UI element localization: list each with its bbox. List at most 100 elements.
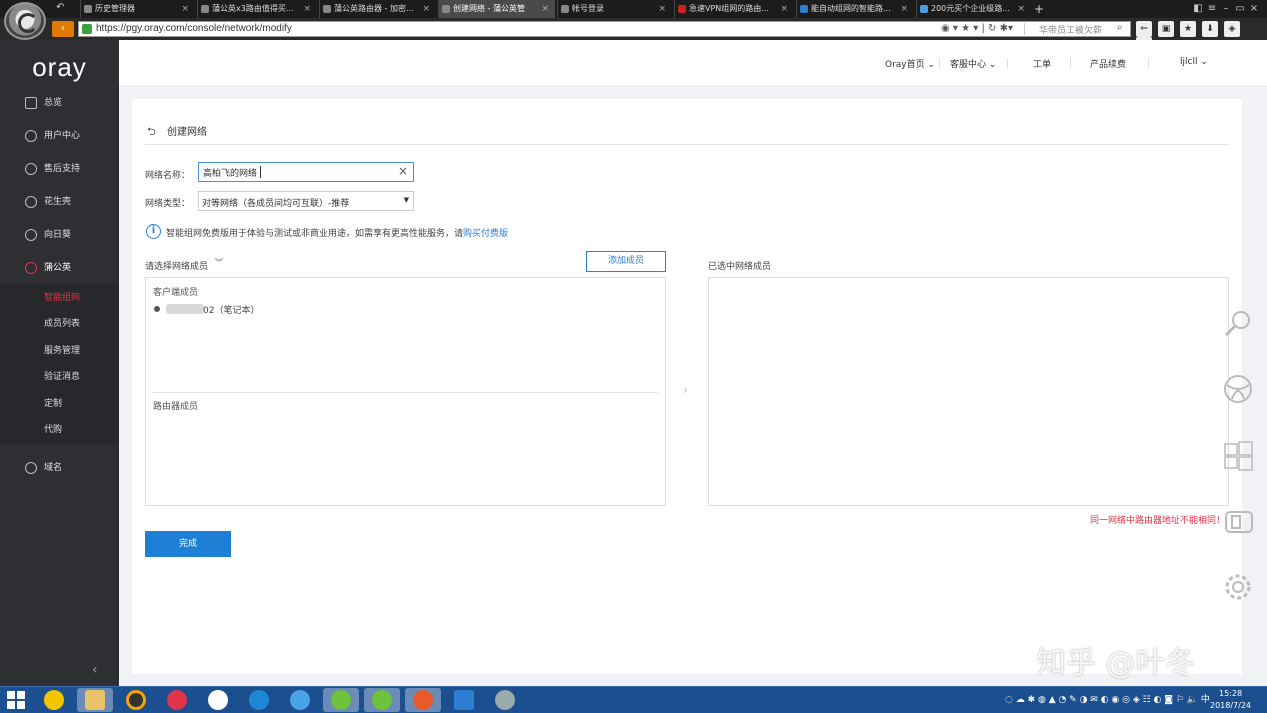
nav-ticket[interactable]: 工单 (1033, 57, 1051, 70)
collapse-sidebar-icon[interactable]: ‹ (92, 662, 98, 678)
sidebar-subitem-member-list[interactable]: 成员列表 (0, 311, 119, 337)
page-icon (442, 5, 450, 13)
new-tab-button[interactable]: + (1034, 0, 1044, 18)
oray-logo[interactable]: oray (0, 52, 119, 83)
ime-language[interactable]: 中 (1201, 695, 1210, 705)
ie-mode-icon[interactable]: ◉ (941, 23, 950, 34)
error-message: 同一网络中路由器地址不能相同！ (1090, 516, 1226, 526)
taskbar-app-feishu[interactable] (282, 688, 318, 712)
info-notice: 智能组网免费版用于体验与测试或非商业用途，如需享有更高性能服务，请购买付费版 (166, 226, 508, 239)
sidebar-subitem-purchase[interactable]: 代购 (0, 417, 119, 443)
close-tab-icon[interactable]: × (181, 0, 189, 18)
sidebar-item-label: 总览 (44, 98, 63, 108)
close-tab-icon[interactable]: × (303, 0, 311, 18)
refresh-icon[interactable]: ↻ (988, 23, 996, 34)
lock-icon (82, 24, 92, 34)
network-name-field[interactable]: 高柏飞的网络 × (198, 162, 414, 182)
wechat-icon (331, 690, 351, 710)
taskbar-app-wechat[interactable] (323, 688, 359, 712)
tab-login[interactable]: 帐号登录 × (557, 0, 672, 18)
close-tab-icon[interactable]: × (422, 0, 430, 18)
back-button[interactable]: ‹ (52, 21, 74, 37)
search-icon[interactable]: ⌕ (1117, 22, 1123, 33)
tab-200-router[interactable]: 200元买个企业级路... × (916, 0, 1031, 18)
sidebar-item-dandelion[interactable]: 蒲公英 (0, 255, 119, 281)
clear-icon[interactable]: × (398, 164, 408, 178)
settings-gear-icon[interactable] (1222, 571, 1254, 603)
game-icon[interactable]: ◈ (1224, 21, 1240, 37)
nav-service-center[interactable]: 客服中心 ⌄ (950, 57, 996, 70)
tab-history[interactable]: 历史管理器 × (80, 0, 195, 18)
done-button[interactable]: 完成 (145, 531, 231, 557)
browser-ball-icon[interactable] (1222, 373, 1254, 405)
close-tab-icon[interactable]: × (780, 0, 788, 18)
close-tab-icon[interactable]: × (900, 0, 908, 18)
back-home-icon[interactable]: ⇐ (1136, 21, 1152, 37)
tab-auto-network[interactable]: 能自动组网的智能路... × (796, 0, 914, 18)
taskbar-app-baidu[interactable] (200, 688, 236, 712)
windows-icon[interactable] (1222, 440, 1254, 472)
minimize-icon[interactable]: – (1219, 0, 1233, 18)
sidebar-item-peanut-shell[interactable]: 花生壳 (0, 189, 119, 215)
bookmark-star-icon[interactable]: ★ (961, 23, 970, 34)
nav-renew[interactable]: 产品续费 (1090, 57, 1126, 70)
windows-start-icon[interactable] (6, 690, 26, 710)
member-item[interactable]: 02（笔记本） (203, 303, 259, 316)
taskbar-app-explorer[interactable] (77, 688, 113, 712)
taskbar-app-tool[interactable] (487, 688, 523, 712)
sidebar-subitem-custom[interactable]: 定制 (0, 391, 119, 417)
nav-oray-home[interactable]: Oray首页 ⌄ (885, 57, 935, 70)
device-icon[interactable] (1222, 506, 1254, 538)
taskbar-app-browser[interactable] (36, 688, 72, 712)
sidebar-item-user-center[interactable]: 用户中心 (0, 123, 119, 149)
skin-icon[interactable]: ◧ (1191, 0, 1205, 18)
nav-label: 客服中心 (950, 60, 987, 70)
sidebar-item-overview[interactable]: 总览 (0, 90, 119, 116)
chevron-down-icon[interactable]: ︾ (215, 257, 223, 268)
close-tab-icon[interactable]: × (1017, 0, 1025, 18)
divider (1148, 58, 1149, 68)
taskbar-app-sunlogin[interactable] (405, 688, 441, 712)
maximize-icon[interactable]: ▭ (1233, 0, 1247, 18)
url-field[interactable]: https://pgy.oray.com/console/network/mod… (78, 21, 1131, 37)
tab-vpn-router[interactable]: 急速VPN组网的路由... × (674, 0, 794, 18)
close-window-icon[interactable]: × (1247, 0, 1261, 18)
search-input[interactable]: 华帝员工被欠薪 (1024, 23, 1129, 36)
taskbar-app-wps[interactable] (446, 688, 482, 712)
add-member-button[interactable]: 添加成员 (586, 251, 666, 272)
sun-icon (413, 690, 433, 710)
buy-paid-link[interactable]: 购买付费版 (463, 229, 508, 239)
taskbar-app-360[interactable] (364, 688, 400, 712)
taskbar-app-media[interactable] (118, 688, 154, 712)
paw-icon[interactable]: ✱ (1000, 23, 1008, 34)
tab-pgy-router[interactable]: 蒲公英路由器 - 加密... × (319, 0, 436, 18)
router-members-title: 路由器成员 (153, 402, 199, 412)
magnifier-icon[interactable] (1222, 308, 1254, 340)
taskbar-app-edge[interactable] (241, 688, 277, 712)
selected-members-label: 已选中网络成员 (708, 262, 772, 272)
clock[interactable]: 15:28 2018/7/24 (1210, 688, 1251, 712)
sidebar-item-support[interactable]: 售后支持 (0, 156, 119, 182)
sidebar-subitem-verify[interactable]: 验证消息 (0, 364, 119, 390)
menu-icon[interactable]: ≡ (1205, 0, 1219, 18)
favorites-icon[interactable]: ★ (1180, 21, 1196, 37)
taskbar-app-picture[interactable] (159, 688, 195, 712)
sidebar-subitem-service[interactable]: 服务管理 (0, 338, 119, 364)
back-arrow-icon[interactable]: ↶ (56, 2, 64, 13)
close-tab-icon[interactable]: × (658, 0, 666, 18)
tab-create-network[interactable]: 创建网络 - 蒲公英管 × (438, 0, 555, 18)
sidebar-item-domain[interactable]: 域名 (0, 455, 119, 481)
sidebar-subitem-smart-network[interactable]: 智能组网 (0, 285, 119, 311)
nav-user-menu[interactable]: ljlcll ⌄ (1180, 57, 1208, 67)
close-tab-icon[interactable]: × (541, 0, 549, 18)
tab-pgy-x3[interactable]: 蒲公英x3路由值得买... × (197, 0, 317, 18)
chevron-right-icon[interactable]: › (683, 383, 688, 397)
network-type-select[interactable]: 对等网络（各成员间均可互联）-推荐 ▼ (198, 191, 414, 211)
divider (1070, 58, 1071, 68)
download-icon[interactable]: ⬇ (1202, 21, 1218, 37)
lock-tool-icon[interactable]: ▣ (1158, 21, 1174, 37)
browser-logo[interactable] (4, 2, 46, 40)
sidebar-item-sunflower[interactable]: 向日葵 (0, 222, 119, 248)
back-icon[interactable]: ⮌ (147, 123, 156, 142)
tray-icons[interactable]: ◌ ☁ ✱ ◍ ▲ ◔ ✎ ◑ ✉ ◐ ◉ ◎ ◈ ☷ ◐ ◙ ⚐ 🔈 (1005, 695, 1198, 705)
